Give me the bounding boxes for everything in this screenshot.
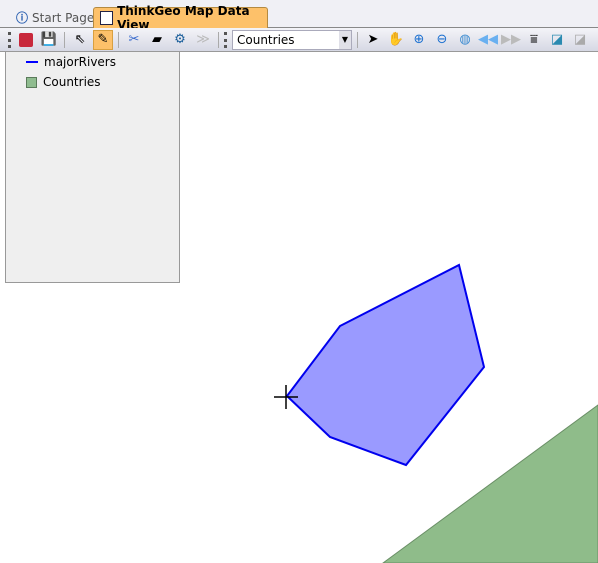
line-icon [26,61,38,63]
tab-start-page[interactable]: ⓘ Start Page [10,7,100,28]
layer-item-countries[interactable]: Countries [6,72,179,92]
cut-icon[interactable]: ✂ [124,30,144,50]
tab-bar: ⓘ Start Page ThinkGeo Map Data View [0,0,598,32]
layer-item-majorrivers[interactable]: majorRivers [6,52,179,72]
back-icon[interactable]: ◀◀ [478,30,498,50]
info-icon: ⓘ [16,11,29,25]
edit-icon[interactable]: ✎ [93,29,113,50]
forward-icon[interactable]: ≫ [193,30,213,50]
pointer-icon[interactable]: ➤ [363,30,383,50]
window-icon[interactable]: ◪ [547,30,567,50]
toolbar: 💾 ⇖ ✎ ✂ ▰ ⚙ ≫ Countries ▼ ➤ ✋ ⊕ ⊖ ◍ ◀◀ ▶▶… [0,28,598,52]
polygon-icon [26,76,37,88]
zoom-out-icon[interactable]: ⊖ [432,30,452,50]
chevron-down-icon[interactable]: ▼ [339,30,351,49]
select-icon[interactable]: ⇖ [70,30,90,50]
merge-icon[interactable]: ⚙ [170,30,190,50]
save-icon[interactable]: 💾 [39,30,59,50]
map-icon [100,11,114,25]
lock-icon[interactable] [16,30,36,50]
settings-icon[interactable]: ◪ [570,30,590,50]
tab-map-data-view[interactable]: ThinkGeo Map Data View [93,4,268,32]
layer-select[interactable]: Countries ▼ [232,29,352,50]
eraser-icon[interactable]: ▰ [147,30,167,50]
next-icon[interactable]: ▶▶ [501,30,521,50]
zoom-in-icon[interactable]: ⊕ [409,30,429,50]
toolbar-grip[interactable] [8,31,11,48]
toolbar-grip-2[interactable] [224,31,227,48]
measure-icon[interactable]: ⩸ [524,30,544,50]
selected-feature[interactable] [285,263,486,467]
pan-icon[interactable]: ✋ [386,30,406,50]
layer-panel: majorRivers Countries [5,52,180,283]
globe-icon[interactable]: ◍ [455,30,475,50]
